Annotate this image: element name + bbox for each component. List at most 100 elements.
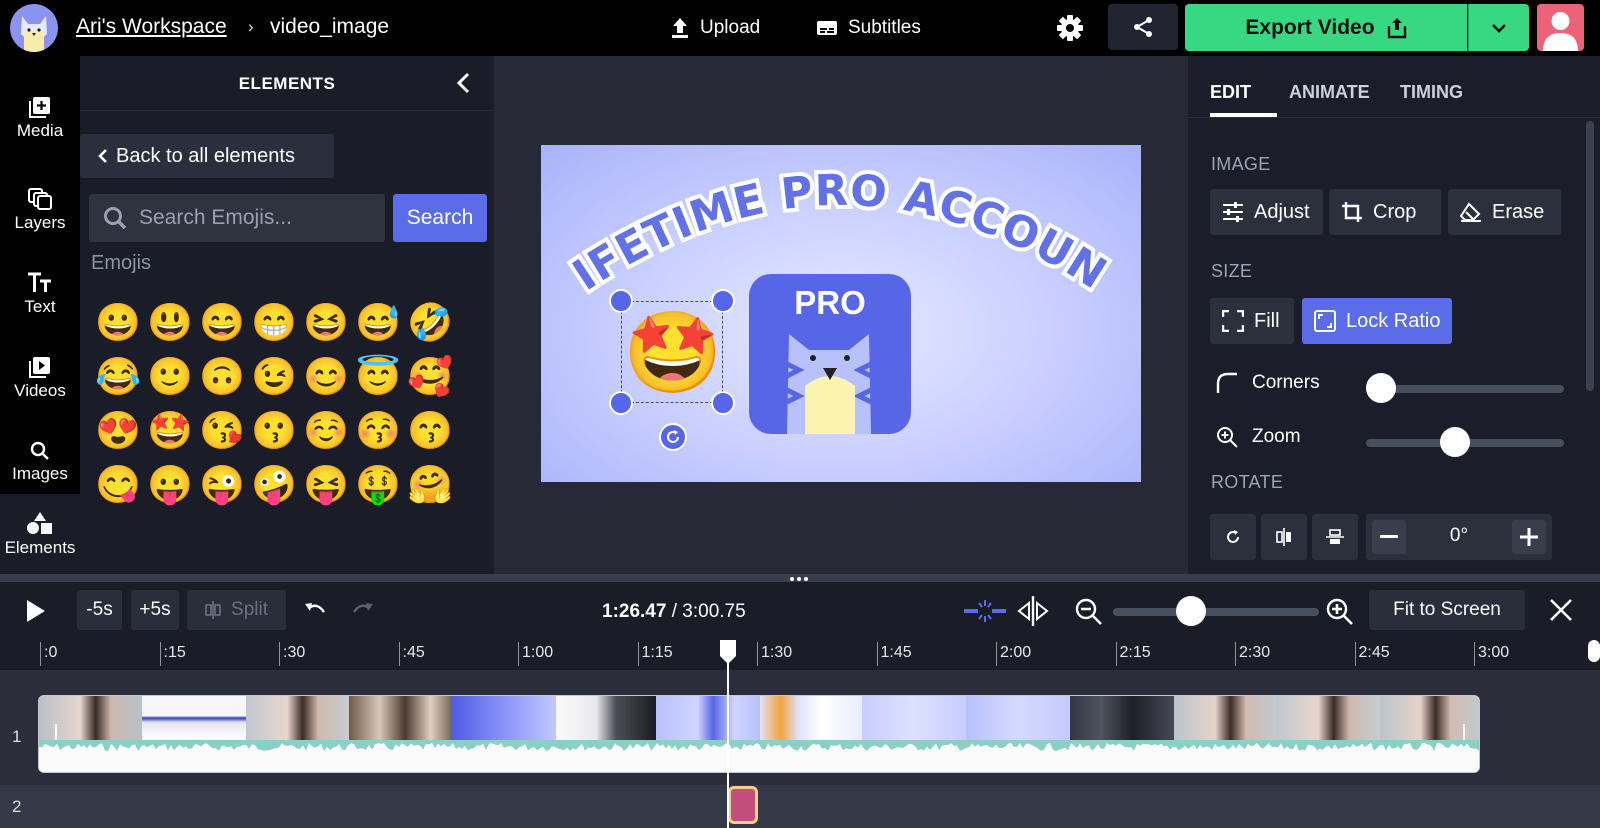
emoji-option[interactable]: 😉 [248, 350, 300, 404]
close-timeline-button[interactable] [1549, 598, 1573, 622]
crop-button[interactable]: Crop [1329, 189, 1441, 235]
export-options-button[interactable] [1468, 4, 1529, 51]
fill-button[interactable]: Fill [1210, 298, 1294, 344]
gear-icon[interactable] [1054, 12, 1086, 44]
adjust-button[interactable]: Adjust [1210, 189, 1323, 235]
panel-scrollbar[interactable] [1586, 121, 1594, 391]
emoji-option[interactable]: 😗 [248, 404, 300, 458]
fit-to-screen-button[interactable]: Fit to Screen [1369, 590, 1525, 630]
emoji-option[interactable]: 😝 [300, 458, 352, 512]
corners-slider[interactable] [1366, 373, 1564, 403]
search-input[interactable] [139, 206, 369, 230]
sidebar-item-videos[interactable]: Videos [0, 338, 80, 418]
emoji-option[interactable]: 😙 [404, 404, 456, 458]
skip-forward-button[interactable]: +5s [131, 590, 179, 630]
emoji-option[interactable]: 🤣 [404, 296, 456, 350]
emoji-option[interactable]: 😜 [196, 458, 248, 512]
emoji-option[interactable]: 🙂 [144, 350, 196, 404]
tab-animate[interactable]: ANIMATE [1289, 82, 1370, 103]
redo-button[interactable] [351, 600, 375, 620]
emoji-option[interactable]: 😅 [352, 296, 404, 350]
emoji-option[interactable]: 😀 [92, 296, 144, 350]
emoji-option[interactable]: ☺️ [300, 404, 352, 458]
play-button[interactable] [20, 596, 50, 626]
emoji-option[interactable]: 😇 [352, 350, 404, 404]
tab-edit[interactable]: EDIT [1210, 82, 1251, 103]
emoji-option[interactable]: 😄 [196, 296, 248, 350]
search-icon [30, 441, 50, 461]
subtitles-button[interactable]: Subtitles [816, 14, 921, 42]
search-button[interactable]: Search [393, 194, 487, 242]
emoji-option[interactable]: 😆 [300, 296, 352, 350]
zoom-slider[interactable] [1366, 427, 1564, 457]
emoji-option[interactable]: 😁 [248, 296, 300, 350]
back-to-all-elements-button[interactable]: Back to all elements [80, 134, 334, 178]
undo-button[interactable] [303, 600, 327, 620]
rotate-decrease-button[interactable] [1372, 520, 1406, 554]
clip-trim-handle-left[interactable] [55, 724, 57, 740]
rotate-value[interactable]: 0° [1406, 525, 1512, 547]
video-clip[interactable] [38, 695, 1480, 773]
clip-trim-handle-right[interactable] [1463, 724, 1465, 740]
emoji-option[interactable]: 😍 [92, 404, 144, 458]
pro-badge[interactable]: PRO [749, 274, 911, 434]
sidebar-item-elements[interactable]: Elements [0, 494, 80, 574]
flip-horizontal-button[interactable] [1261, 514, 1307, 560]
sidebar-item-media[interactable]: Media [0, 78, 80, 158]
rotate-clockwise-button[interactable] [1210, 514, 1256, 560]
zoom-out-button[interactable] [1075, 598, 1103, 626]
logo-icon[interactable] [10, 4, 58, 52]
sidebar-item-layers[interactable]: Layers [0, 170, 80, 250]
emoji-option[interactable]: 😃 [144, 296, 196, 350]
breadcrumb-workspace-link[interactable]: Ari's Workspace [76, 15, 227, 39]
emoji-option[interactable]: 😊 [300, 350, 352, 404]
resize-handle-bottom-right[interactable] [711, 391, 735, 415]
rotate-increase-button[interactable] [1512, 520, 1546, 554]
emoji-layer-clip[interactable] [728, 786, 758, 824]
snap-toggle-icon[interactable] [964, 598, 1006, 624]
selected-emoji-element[interactable]: 🤩 [621, 301, 723, 403]
emoji-option[interactable]: 🤗 [404, 458, 456, 512]
emoji-option[interactable]: 🤑 [352, 458, 404, 512]
corners-slider-knob[interactable] [1366, 373, 1396, 403]
emoji-option[interactable]: 🥰 [404, 350, 456, 404]
emoji-option[interactable]: 🤩 [144, 404, 196, 458]
emoji-option[interactable]: 😋 [92, 458, 144, 512]
emoji-option[interactable]: 😚 [352, 404, 404, 458]
emoji-option[interactable]: 😛 [144, 458, 196, 512]
emoji-option[interactable]: 😂 [92, 350, 144, 404]
rotate-handle-icon[interactable] [659, 423, 687, 451]
sidebar-item-images[interactable]: Images [0, 422, 80, 502]
erase-button[interactable]: Erase [1448, 189, 1561, 235]
video-canvas[interactable]: LIFETIME PRO ACCOUNT PRO 🤩 [541, 145, 1141, 482]
project-title[interactable]: video_image [270, 15, 389, 39]
sidebar-item-text[interactable]: Text [0, 254, 80, 334]
rotate-stepper: 0° [1366, 514, 1552, 560]
timeline-zoom-slider[interactable] [1113, 596, 1319, 626]
lock-ratio-button[interactable]: Lock Ratio [1302, 298, 1452, 344]
timeline-ruler[interactable]: :0:15:30:45 1:00 1:15 1:30 1:45 2:00 2:15 2:30 2… [0, 640, 1600, 670]
split-button[interactable]: Split [187, 590, 286, 630]
user-avatar[interactable] [1537, 4, 1584, 51]
split-at-playhead-icon[interactable] [1016, 596, 1050, 626]
zoom-in-button[interactable] [1326, 598, 1354, 626]
timeline-resize-handle[interactable] [0, 574, 1600, 582]
tab-timing[interactable]: TIMING [1400, 82, 1463, 103]
resize-handle-top-left[interactable] [609, 289, 633, 313]
emoji-option[interactable]: 🙃 [196, 350, 248, 404]
emoji-search-field[interactable] [89, 194, 385, 242]
timeline-scrollbar[interactable] [1588, 640, 1600, 662]
export-video-button[interactable]: Export Video [1185, 4, 1467, 51]
upload-button[interactable]: Upload [670, 14, 760, 42]
timeline-zoom-knob[interactable] [1176, 596, 1207, 626]
zoom-slider-knob[interactable] [1439, 427, 1470, 457]
emoji-option[interactable]: 🤪 [248, 458, 300, 512]
share-button[interactable] [1108, 4, 1178, 50]
playhead-handle[interactable] [718, 640, 738, 666]
resize-handle-top-right[interactable] [711, 289, 735, 313]
collapse-panel-icon[interactable] [456, 72, 470, 94]
flip-vertical-button[interactable] [1312, 514, 1358, 560]
resize-handle-bottom-left[interactable] [609, 391, 633, 415]
skip-back-button[interactable]: -5s [77, 590, 122, 630]
emoji-option[interactable]: 😘 [196, 404, 248, 458]
